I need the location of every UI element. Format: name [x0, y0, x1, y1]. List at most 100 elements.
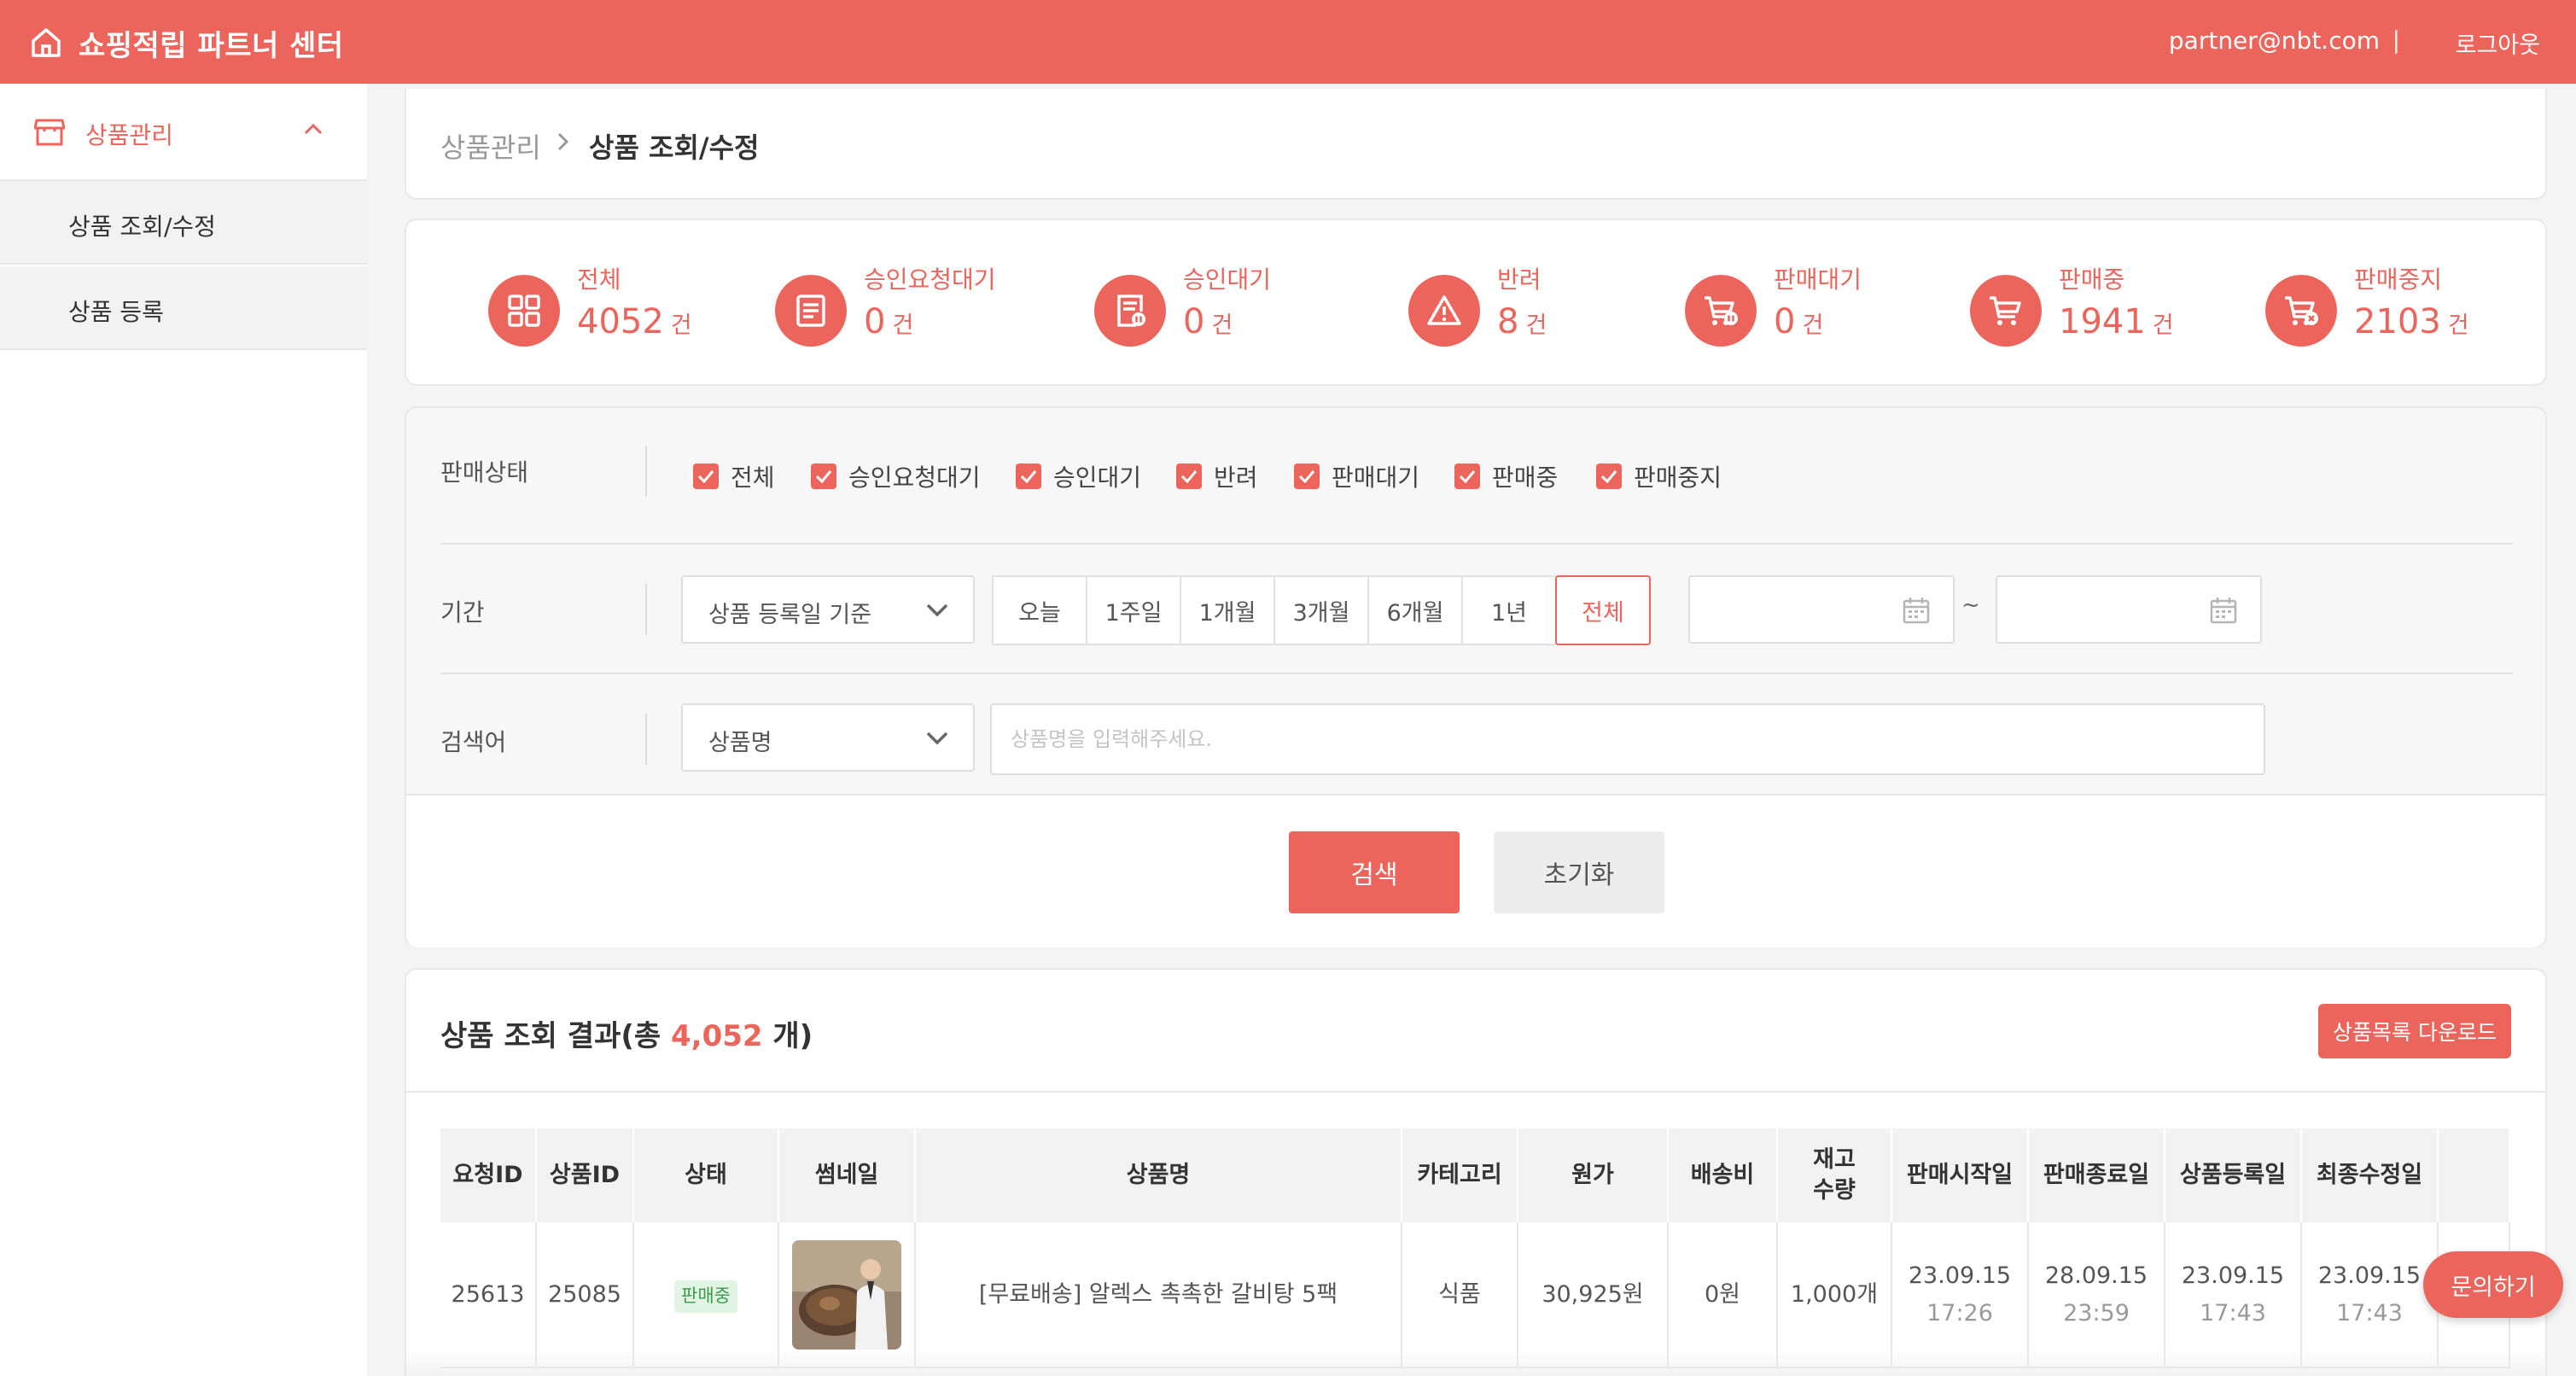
calendar-icon[interactable] [2209, 596, 2238, 625]
status-checkbox-label: 승인대기 [1053, 464, 1142, 492]
cart-icon [1970, 275, 2042, 347]
cell-request-id: 25613 [440, 1222, 537, 1368]
search-filters: 판매상태 전체 승인요청대기 승인대기 반려 판매대기 판매중 판매중지 기간 … [405, 406, 2547, 947]
home-icon[interactable] [29, 26, 63, 60]
cell-product-id: 25085 [536, 1222, 634, 1368]
period-6month-button[interactable]: 6개월 [1367, 575, 1463, 645]
column-header: 최종수정일 [2301, 1128, 2439, 1222]
breadcrumb-parent[interactable]: 상품관리 [440, 126, 541, 166]
status-checkbox-rejected[interactable]: 반려 [1176, 458, 1258, 495]
column-header: 상품ID [536, 1128, 634, 1222]
sidebar-item-product-register[interactable]: 상품 등록 [0, 266, 367, 350]
period-1week-button[interactable]: 1주일 [1086, 575, 1181, 645]
cell-shipping: 0원 [1668, 1222, 1778, 1368]
stat-title: 판매대기 [1774, 265, 1862, 294]
stat-value: 0 [1774, 302, 1796, 341]
cart-pause-icon [1685, 275, 1757, 347]
sidebar-section-label: 상품관리 [85, 121, 174, 149]
period-filter-label: 기간 [440, 598, 485, 627]
stat-unit: 건 [2152, 312, 2174, 339]
column-header: 요청ID [440, 1128, 537, 1222]
stat-value: 1941 [2059, 302, 2146, 341]
divider [645, 446, 647, 497]
status-checkbox-label: 승인요청대기 [848, 464, 981, 492]
chevron-right-icon [557, 132, 569, 151]
sale-end-date: 28.09.15 [2044, 1262, 2148, 1290]
status-checkbox-approval-pending[interactable]: 승인대기 [1016, 458, 1141, 495]
sidebar: 상품관리 상품 조회/수정 상품 등록 [0, 84, 367, 1376]
period-all-button[interactable]: 전체 [1555, 575, 1651, 645]
search-button[interactable]: 검색 [1289, 831, 1460, 913]
cell-product-name[interactable]: [무료배송] 알렉스 촉촉한 갈비탕 5팩 [915, 1222, 1402, 1368]
download-list-button[interactable]: 상품목록 다운로드 [2318, 1004, 2511, 1058]
period-basis-value: 상품 등록일 기준 [708, 602, 872, 628]
table-row[interactable]: 25613 25085 판매중 [무료배송] 알렉스 촉촉한 갈비탕 5팩 식품… [440, 1222, 2510, 1368]
keyword-search-input[interactable] [990, 703, 2265, 775]
divider [440, 543, 2513, 545]
period-1year-button[interactable]: 1년 [1461, 575, 1557, 645]
checkbox-checked-icon [1016, 464, 1041, 489]
stat-value: 2103 [2354, 302, 2441, 341]
status-checkbox-all[interactable]: 전체 [693, 458, 775, 495]
column-header-empty [2438, 1128, 2510, 1222]
status-checkbox-label: 판매중지 [1634, 464, 1722, 492]
sidebar-section-product[interactable]: 상품관리 [0, 84, 367, 181]
reset-button[interactable]: 초기화 [1494, 831, 1664, 913]
modified-time: 17:43 [2336, 1299, 2403, 1326]
results-title: 상품 조회 결과(총 4,052 개) [440, 1012, 813, 1054]
period-basis-select[interactable]: 상품 등록일 기준 [681, 575, 975, 644]
column-header: 상품명 [915, 1128, 1402, 1222]
results-count: 4,052 [671, 1019, 763, 1053]
logout-link[interactable]: 로그아웃 [2456, 26, 2540, 60]
results-table: 요청ID 상품ID 상태 썸네일 상품명 카테고리 원가 배송비 재고 수량 판… [440, 1128, 2510, 1368]
stat-value: 0 [1183, 302, 1205, 341]
stat-title: 판매중 [2059, 265, 2125, 294]
date-range-tilde: ~ [1961, 592, 1980, 618]
chevron-down-icon [926, 603, 948, 617]
status-checkbox-sale-pending[interactable]: 판매대기 [1294, 458, 1419, 495]
grid-icon [488, 275, 560, 347]
keyword-filter-label: 검색어 [440, 728, 507, 756]
chevron-up-icon[interactable] [304, 123, 323, 135]
store-icon [34, 119, 65, 146]
status-checkbox-label: 판매중 [1492, 464, 1559, 492]
status-checkbox-sale-stopped[interactable]: 판매중지 [1596, 458, 1722, 495]
column-header: 원가 [1518, 1128, 1669, 1222]
keyword-field-select[interactable]: 상품명 [681, 703, 975, 772]
period-button-group: 오늘 1주일 1개월 3개월 6개월 1년 전체 [992, 575, 1651, 645]
modified-date: 23.09.15 [2317, 1262, 2422, 1290]
stat-value: 4052 [577, 302, 664, 341]
table-header-row: 요청ID 상품ID 상태 썸네일 상품명 카테고리 원가 배송비 재고 수량 판… [440, 1128, 2510, 1222]
brand-title[interactable]: 쇼핑적립 파트너 센터 [79, 22, 344, 64]
column-header: 카테고리 [1402, 1128, 1518, 1222]
inquiry-button[interactable]: 문의하기 [2423, 1251, 2563, 1318]
sidebar-item-label: 상품 조회/수정 [68, 213, 216, 241]
stat-unit: 건 [1211, 312, 1233, 339]
status-checkbox-label: 판매대기 [1332, 464, 1420, 492]
period-3month-button[interactable]: 3개월 [1273, 575, 1369, 645]
checkbox-checked-icon [1454, 464, 1480, 489]
column-header: 상품등록일 [2165, 1128, 2302, 1222]
stat-unit: 건 [892, 312, 914, 339]
cell-cost: 30,925원 [1518, 1222, 1669, 1368]
end-date-input[interactable] [1996, 575, 2262, 644]
sidebar-item-product-list[interactable]: 상품 조회/수정 [0, 181, 367, 265]
cart-stop-icon [2265, 275, 2337, 347]
stat-unit: 건 [670, 312, 692, 339]
status-checkbox-approval-request-pending[interactable]: 승인요청대기 [811, 458, 981, 495]
checkbox-checked-icon [693, 464, 719, 489]
breadcrumb: 상품관리 상품 조회/수정 [405, 89, 2547, 200]
period-1month-button[interactable]: 1개월 [1180, 575, 1275, 645]
chevron-down-icon [926, 732, 948, 745]
start-date-input[interactable] [1688, 575, 1955, 644]
checkbox-checked-icon [1176, 464, 1202, 489]
status-checkbox-on-sale[interactable]: 판매중 [1454, 458, 1558, 495]
cell-stock: 1,000개 [1777, 1222, 1892, 1368]
product-thumbnail[interactable] [792, 1239, 901, 1350]
cell-category: 식품 [1402, 1222, 1518, 1368]
document-icon [775, 275, 847, 347]
sale-end-time: 23:59 [2063, 1299, 2130, 1326]
calendar-icon[interactable] [1902, 596, 1931, 625]
cell-sale-end: 28.09.15 23:59 [2028, 1222, 2165, 1368]
period-today-button[interactable]: 오늘 [992, 575, 1087, 645]
